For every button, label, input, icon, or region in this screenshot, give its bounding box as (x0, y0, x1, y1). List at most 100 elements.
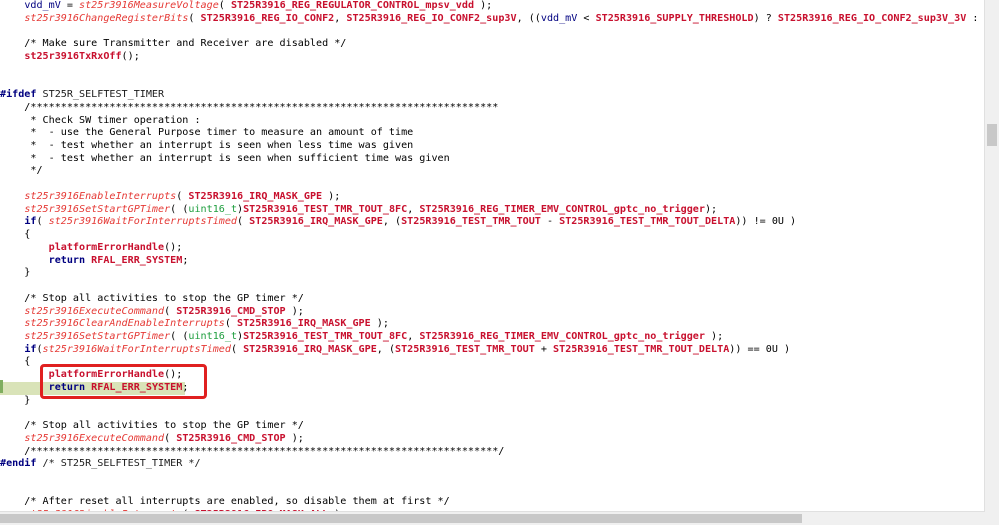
code-line[interactable]: st25r3916ExecuteCommand( ST25R3916_CMD_S… (0, 433, 985, 446)
code-token: ST25R3916_REG_REGULATOR_CONTROL_mpsv_vdd (230, 0, 475, 11)
code-token: if (24, 343, 37, 355)
code-token: ); (704, 203, 718, 215)
code-token: st25r3916MeasureVoltage (79, 0, 219, 11)
code-token: * - test whether an interrupt is seen wh… (0, 152, 450, 164)
code-line[interactable]: } (0, 267, 985, 280)
code-line[interactable]: st25r3916ClearAndEnableInterrupts( ST25R… (0, 318, 985, 331)
code-line[interactable] (0, 25, 985, 38)
code-token: * Check SW timer operation : (0, 114, 201, 126)
code-token: ST25R3916_TEST_TMR_TOUT_DELTA (559, 216, 736, 228)
code-line[interactable]: st25r3916EnableInterrupts( ST25R3916_IRQ… (0, 191, 985, 204)
code-token: return (48, 254, 86, 266)
code-line[interactable]: */ (0, 165, 985, 178)
code-line[interactable]: * Check SW timer operation : (0, 115, 985, 128)
change-marker (0, 380, 3, 393)
code-line[interactable]: platformErrorHandle(); (0, 242, 985, 255)
code-token: #ifdef (0, 89, 37, 101)
code-token: )) == 0U ) (729, 343, 791, 355)
code-line[interactable]: /* Stop all activities to stop the GP ti… (0, 420, 985, 433)
code-token: )) != 0U ) (735, 216, 797, 228)
code-token: ST25R3916_REG_IO_CONF2_sup3V_3V (777, 12, 967, 24)
code-token: ); (285, 432, 304, 444)
code-token: st25r3916TxRxOff (24, 50, 122, 62)
code-line[interactable]: /***************************************… (0, 102, 985, 115)
horizontal-scrollbar[interactable] (0, 511, 985, 525)
code-token: ( ( (170, 330, 189, 342)
code-line[interactable]: st25r3916ChangeRegisterBits( ST25R3916_R… (0, 13, 985, 26)
code-token: ST25R_SELFTEST_TIMER (36, 89, 165, 101)
code-token: ) ? (753, 12, 778, 24)
code-line[interactable]: /* After reset all interrupts are enable… (0, 496, 985, 509)
code-line[interactable] (0, 471, 985, 484)
code-editor[interactable]: vdd_mV = st25r3916MeasureVoltage( ST25R3… (0, 0, 985, 512)
vertical-scroll-thumb[interactable] (987, 124, 997, 146)
code-line[interactable]: #ifdef ST25R_SELFTEST_TIMER (0, 89, 985, 102)
code-line[interactable] (0, 407, 985, 420)
code-token: ST25R3916_REG_IO_CONF2_sup3V (346, 12, 517, 24)
code-line[interactable]: * - test whether an interrupt is seen wh… (0, 153, 985, 166)
code-token: ); (322, 190, 341, 202)
code-token: ST25R3916_IRQ_MASK_GPE (237, 318, 371, 330)
code-token: st25r3916WaitForInterruptsTimed (48, 216, 238, 228)
code-token: */ (0, 165, 43, 177)
code-token: ( (188, 12, 201, 24)
code-line[interactable]: { (0, 356, 985, 369)
code-line[interactable]: st25r3916TxRxOff(); (0, 51, 985, 64)
code-token: st25r3916ExecuteCommand (24, 305, 165, 317)
code-line[interactable] (0, 178, 985, 191)
code-line[interactable] (0, 280, 985, 293)
code-token: ST25R3916_REG_TIMER_EMV_CONTROL_gptc_no_… (419, 203, 705, 215)
code-token: ; (182, 254, 189, 266)
code-line[interactable]: { (0, 229, 985, 242)
code-line[interactable]: if(st25r3916WaitForInterruptsTimed( ST25… (0, 344, 985, 357)
code-line[interactable]: vdd_mV = st25r3916MeasureVoltage( ST25R3… (0, 0, 985, 13)
code-token: ST25R3916_REG_TIMER_EMV_CONTROL_gptc_no_… (419, 330, 705, 342)
code-token: vdd_mV (540, 12, 578, 24)
code-line[interactable]: * - use the General Purpose timer to mea… (0, 127, 985, 140)
code-token: if (24, 216, 37, 228)
code-line[interactable]: if( st25r3916WaitForInterruptsTimed( ST2… (0, 216, 985, 229)
code-line[interactable]: st25r3916SetStartGPTimer( (uint16_t)ST25… (0, 331, 985, 344)
code-line[interactable]: * - test whether an interrupt is seen wh… (0, 140, 985, 153)
code-line[interactable]: /* Stop all activities to stop the GP ti… (0, 293, 985, 306)
code-line[interactable]: st25r3916SetStartGPTimer( (uint16_t)ST25… (0, 204, 985, 217)
code-token: ( (164, 432, 177, 444)
code-line[interactable] (0, 76, 985, 89)
code-token: , (407, 203, 420, 215)
code-token: { (0, 229, 31, 241)
code-line[interactable]: platformErrorHandle(); (0, 369, 985, 382)
code-token: = (60, 0, 80, 11)
code-token: ; (182, 381, 189, 393)
code-line[interactable]: return RFAL_ERR_SYSTEM; (0, 381, 985, 395)
code-line[interactable] (0, 64, 985, 77)
code-line[interactable]: /***************************************… (0, 446, 985, 459)
code-line[interactable]: return RFAL_ERR_SYSTEM; (0, 255, 985, 268)
code-token: /***************************************… (0, 445, 505, 457)
code-token: * - test whether an interrupt is seen wh… (0, 140, 414, 152)
code-token: ST25R3916_TEST_TMR_TOUT (395, 343, 535, 355)
code-token: st25r3916EnableInterrupts (24, 190, 177, 202)
code-token: , ( (382, 216, 402, 228)
code-token: st25r3916SetStartGPTimer (24, 330, 171, 342)
code-line[interactable]: } (0, 395, 985, 408)
horizontal-scroll-thumb[interactable] (0, 514, 802, 523)
code-token: return (48, 381, 86, 393)
code-token: , (( (516, 12, 541, 24)
code-line[interactable]: /* Make sure Transmitter and Receiver ar… (0, 38, 985, 51)
code-line[interactable]: st25r3916ExecuteCommand( ST25R3916_CMD_S… (0, 306, 985, 319)
code-token: * - use the General Purpose timer to mea… (0, 127, 414, 139)
code-token: platformErrorHandle (48, 369, 165, 381)
code-token: #endif (0, 458, 37, 470)
code-line[interactable] (0, 484, 985, 497)
code-line[interactable]: #endif /* ST25R_SELFTEST_TIMER */ (0, 458, 985, 471)
code-token: /* Stop all activities to stop the GP ti… (0, 420, 304, 432)
vertical-scrollbar[interactable] (984, 0, 999, 512)
